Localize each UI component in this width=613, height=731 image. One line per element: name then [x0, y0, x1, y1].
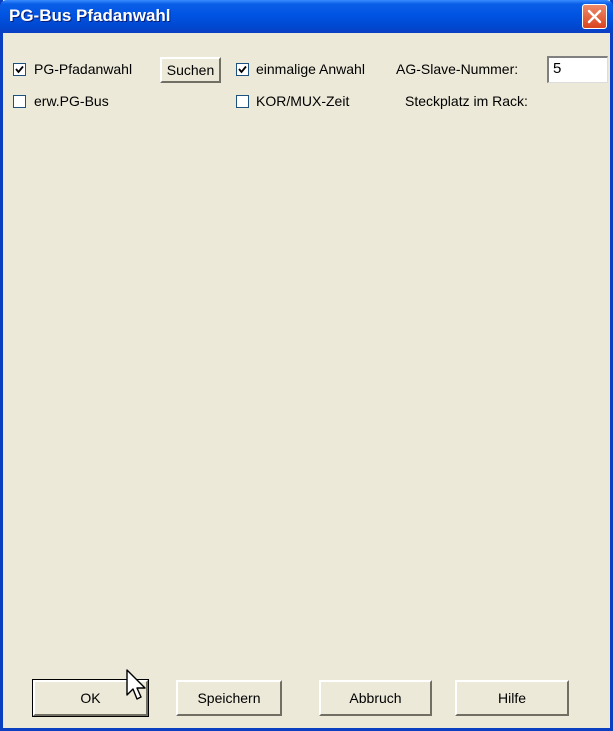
erw-pg-bus-checkbox[interactable]: [13, 95, 26, 108]
pg-pfadanwahl-checkbox[interactable]: [13, 63, 26, 76]
hilfe-button[interactable]: Hilfe: [455, 680, 569, 716]
dialog-window: PG-Bus Pfadanwahl PG-Pfadanwahl Suchen e…: [0, 0, 613, 731]
dialog-client-area: PG-Pfadanwahl Suchen einmalige Anwahl AG…: [3, 33, 610, 728]
steckplatz-label: Steckplatz im Rack:: [405, 93, 528, 109]
close-button[interactable]: [582, 4, 607, 29]
mouse-pointer-icon: [126, 669, 146, 700]
ag-slave-nummer-input[interactable]: 5: [547, 56, 608, 83]
pg-pfadanwahl-label: PG-Pfadanwahl: [34, 61, 133, 77]
kor-mux-zeit-checkbox[interactable]: [236, 95, 249, 108]
kor-mux-zeit-label: KOR/MUX-Zeit: [256, 93, 350, 109]
checkmark-icon: [238, 65, 247, 74]
window-title: PG-Bus Pfadanwahl: [9, 6, 171, 25]
speichern-button[interactable]: Speichern: [176, 680, 282, 716]
einmalige-anwahl-checkbox[interactable]: [236, 63, 249, 76]
einmalige-anwahl-label: einmalige Anwahl: [256, 61, 365, 77]
checkmark-icon: [15, 65, 24, 74]
title-bar[interactable]: PG-Bus Pfadanwahl: [0, 0, 613, 33]
abbruch-button[interactable]: Abbruch: [319, 680, 432, 716]
ag-slave-nummer-label: AG-Slave-Nummer:: [396, 61, 519, 77]
erw-pg-bus-label: erw.PG-Bus: [34, 93, 109, 109]
suchen-button[interactable]: Suchen: [160, 57, 221, 83]
close-icon: [587, 9, 602, 24]
